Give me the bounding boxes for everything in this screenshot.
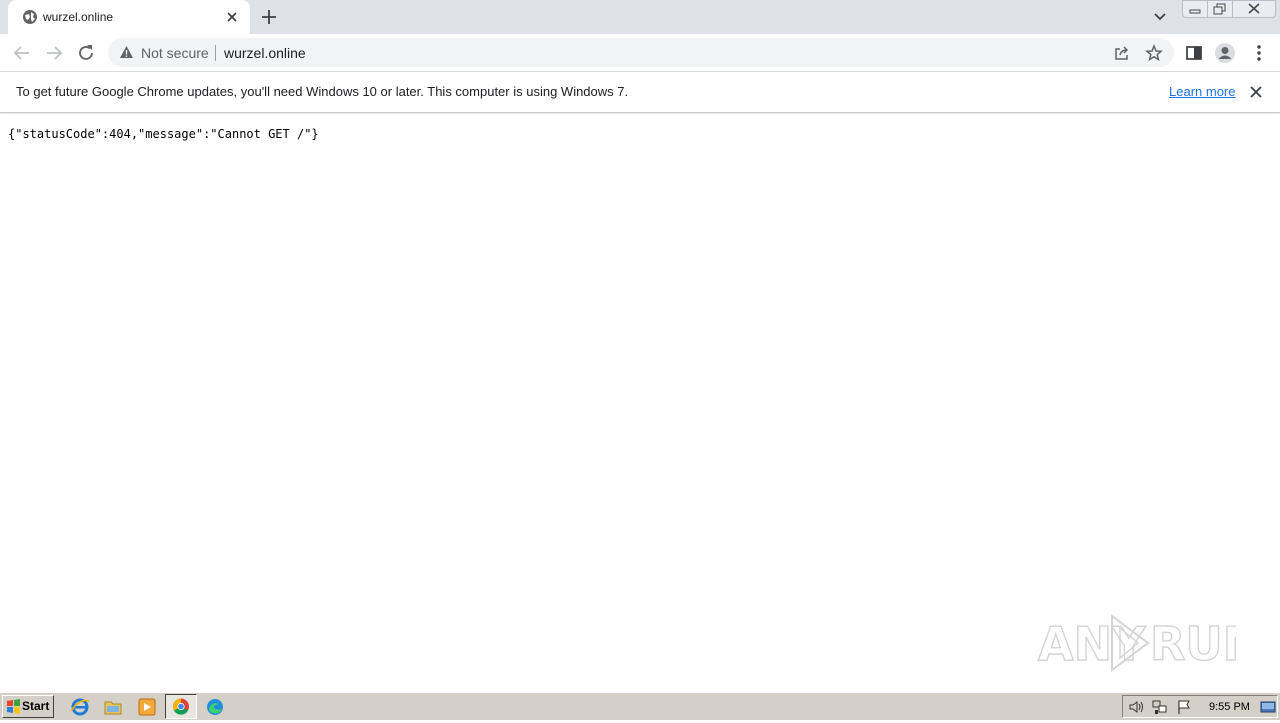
chrome-taskbar-button[interactable] — [165, 694, 197, 719]
tab-title: wurzel.online — [43, 10, 114, 24]
warning-triangle-icon[interactable] — [119, 45, 134, 59]
windows-logo-icon — [7, 699, 20, 714]
media-player-icon[interactable] — [136, 696, 158, 718]
watermark-text-right: RUN — [1150, 617, 1236, 671]
side-panel-icon[interactable] — [1183, 42, 1205, 64]
address-divider — [215, 45, 216, 61]
forward-arrow-icon[interactable] — [43, 42, 65, 64]
window-close-button[interactable] — [1232, 0, 1276, 18]
show-desktop-icon[interactable] — [1260, 699, 1276, 715]
tab-close-icon[interactable] — [223, 8, 241, 26]
infobar-close-icon[interactable] — [1247, 83, 1265, 101]
security-status-label[interactable]: Not secure — [141, 45, 209, 61]
browser-toolbar: Not secure wurzel.online — [0, 34, 1280, 72]
tab-strip: wurzel.online — [0, 0, 1280, 34]
close-icon — [1248, 3, 1260, 14]
profile-avatar-icon[interactable] — [1214, 42, 1236, 64]
start-button[interactable]: Start — [2, 695, 54, 718]
volume-icon[interactable] — [1128, 699, 1144, 715]
learn-more-link[interactable]: Learn more — [1169, 84, 1235, 99]
new-tab-icon[interactable] — [258, 6, 280, 28]
json-response-text: {"statusCode":404,"message":"Cannot GET … — [8, 127, 319, 141]
infobar-message: To get future Google Chrome updates, you… — [16, 84, 629, 99]
url-text[interactable]: wurzel.online — [224, 45, 306, 61]
window-minimize-button[interactable] — [1182, 0, 1208, 18]
folder-icon[interactable] — [102, 696, 124, 718]
globe-icon — [23, 10, 37, 24]
anyrun-watermark-logo: ANY RUN — [1037, 614, 1236, 672]
watermark-text-left: ANY — [1038, 617, 1146, 671]
kebab-menu-icon[interactable] — [1248, 42, 1270, 64]
start-label: Start — [22, 699, 50, 713]
restore-icon — [1213, 3, 1226, 15]
edge-icon[interactable] — [204, 696, 226, 718]
reload-icon[interactable] — [75, 42, 97, 64]
internet-explorer-icon[interactable] — [69, 696, 91, 718]
minimize-icon — [1189, 9, 1201, 14]
back-arrow-icon[interactable] — [11, 42, 33, 64]
action-center-flag-icon[interactable] — [1176, 699, 1192, 715]
network-icon[interactable] — [1152, 699, 1168, 715]
window-restore-button[interactable] — [1207, 0, 1233, 18]
chevron-down-icon[interactable] — [1150, 8, 1170, 26]
system-tray: 9:55 PM — [1122, 695, 1278, 718]
tab-active[interactable]: wurzel.online — [8, 0, 250, 34]
chrome-icon — [172, 698, 189, 715]
update-infobar: To get future Google Chrome updates, you… — [0, 72, 1280, 113]
taskbar-clock[interactable]: 9:55 PM — [1209, 701, 1250, 713]
share-icon[interactable] — [1113, 44, 1131, 62]
windows-taskbar: Start 9:55 PM — [0, 692, 1280, 720]
page-content: {"statusCode":404,"message":"Cannot GET … — [0, 114, 1280, 692]
bookmark-star-icon[interactable] — [1145, 44, 1163, 62]
address-bar[interactable]: Not secure wurzel.online — [108, 38, 1174, 67]
